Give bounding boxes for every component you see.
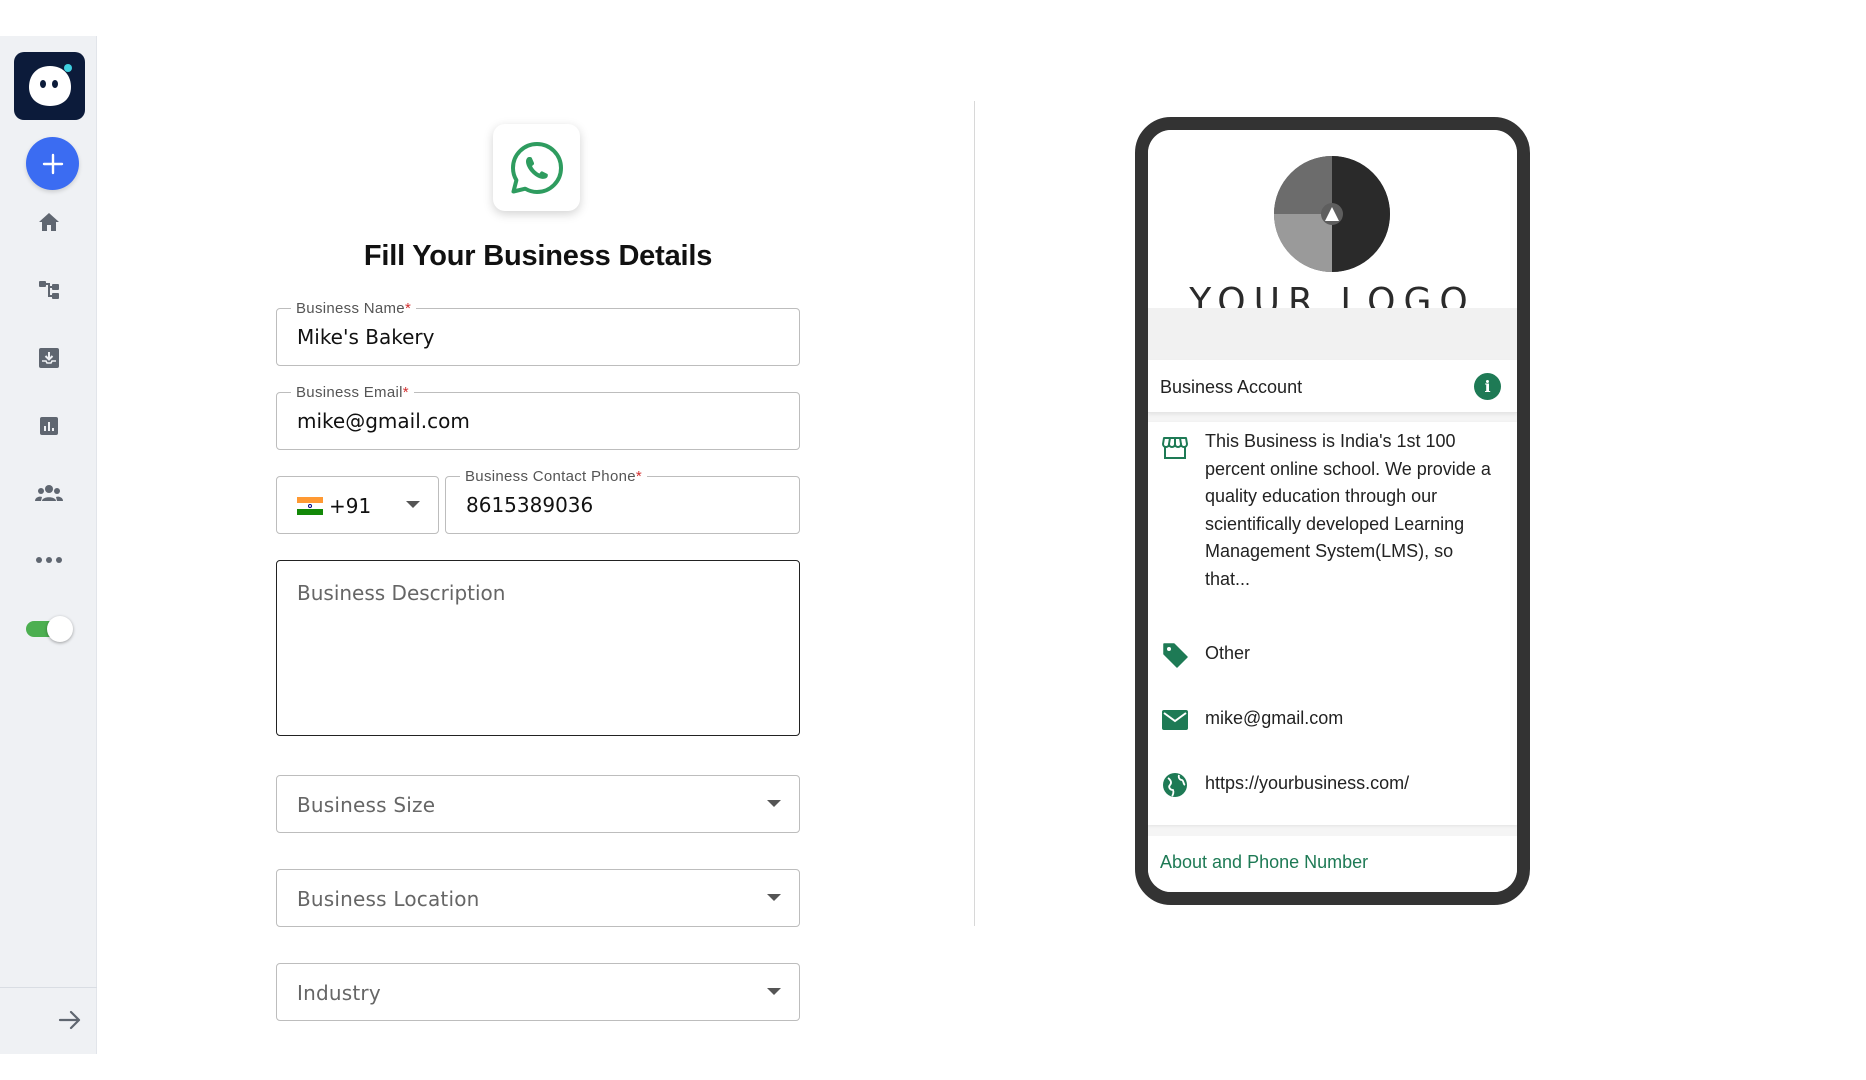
category-preview: Other	[1205, 643, 1251, 663]
sidebar-divider	[0, 987, 97, 988]
business-size-placeholder: Business Size	[297, 793, 436, 817]
more-horizontal-icon	[36, 557, 62, 563]
industry-select[interactable]: Industry	[276, 963, 800, 1021]
nav-more[interactable]	[33, 544, 65, 576]
status-toggle[interactable]	[26, 614, 73, 642]
business-name-input[interactable]	[297, 309, 779, 365]
whatsapp-logo-tile	[493, 124, 580, 211]
business-description-field[interactable]	[276, 560, 800, 736]
toggle-knob	[47, 616, 73, 642]
info-icon[interactable]: i	[1474, 373, 1501, 400]
country-code-select[interactable]: +91	[276, 476, 439, 534]
business-name-field[interactable]: Business Name*	[276, 300, 800, 366]
nav-contacts[interactable]	[33, 477, 65, 509]
chevron-down-icon	[767, 988, 781, 995]
contact-phone-field[interactable]: Business Contact Phone*	[445, 468, 800, 534]
home-icon	[39, 213, 59, 231]
users-group-icon	[35, 485, 63, 501]
arrow-right-icon	[58, 1010, 81, 1030]
business-email-field[interactable]: Business Email*	[276, 384, 800, 450]
app-logo[interactable]	[14, 52, 85, 120]
website-preview: https://yourbusiness.com/	[1205, 773, 1410, 793]
sidebar	[0, 36, 97, 1054]
store-icon	[1161, 434, 1189, 462]
phone-preview: YOUR LOGO Business Account i This Busine…	[1135, 117, 1530, 905]
business-size-select[interactable]: Business Size	[276, 775, 800, 833]
ghost-logo-icon	[28, 64, 72, 106]
chevron-down-icon	[767, 894, 781, 901]
business-description-input[interactable]	[277, 561, 799, 735]
business-location-placeholder: Business Location	[297, 887, 480, 911]
business-account-label: Business Account	[1160, 377, 1303, 397]
globe-icon	[1161, 771, 1189, 799]
business-description-preview: This Business is India's 1st 100 percent…	[1205, 431, 1491, 589]
business-logo-area: YOUR LOGO	[1148, 130, 1517, 308]
flow-tree-icon	[39, 281, 59, 299]
expand-sidebar-button[interactable]	[54, 1004, 86, 1036]
industry-placeholder: Industry	[297, 981, 381, 1005]
nav-home[interactable]	[33, 206, 65, 238]
business-email-input[interactable]	[297, 393, 779, 449]
business-location-select[interactable]: Business Location	[276, 869, 800, 927]
logo-placeholder-icon	[1274, 156, 1390, 272]
bar-chart-icon	[40, 417, 58, 435]
about-phone-link[interactable]: About and Phone Number	[1160, 852, 1368, 873]
plus-icon	[42, 153, 63, 174]
inbox-download-icon	[39, 348, 59, 368]
whatsapp-icon	[510, 141, 563, 194]
section-divider	[974, 101, 975, 926]
chevron-down-icon	[406, 501, 420, 508]
india-flag-icon	[297, 497, 323, 515]
add-button[interactable]	[26, 137, 79, 190]
chevron-down-icon	[767, 800, 781, 807]
nav-inbox[interactable]	[33, 342, 65, 374]
logo-band	[1148, 308, 1517, 360]
nav-analytics[interactable]	[33, 410, 65, 442]
business-details-card: This Business is India's 1st 100 percent…	[1148, 422, 1517, 825]
page-title: Fill Your Business Details	[363, 240, 713, 272]
email-preview: mike@gmail.com	[1205, 708, 1344, 728]
about-phone-row: About and Phone Number	[1148, 836, 1517, 892]
country-code-value: +91	[329, 494, 372, 518]
nav-flows[interactable]	[33, 274, 65, 306]
tag-icon	[1161, 641, 1189, 669]
contact-phone-input[interactable]	[466, 477, 779, 533]
logo-text: YOUR LOGO	[1189, 281, 1476, 309]
business-account-row: Business Account i	[1148, 360, 1517, 413]
mail-icon	[1161, 706, 1189, 734]
